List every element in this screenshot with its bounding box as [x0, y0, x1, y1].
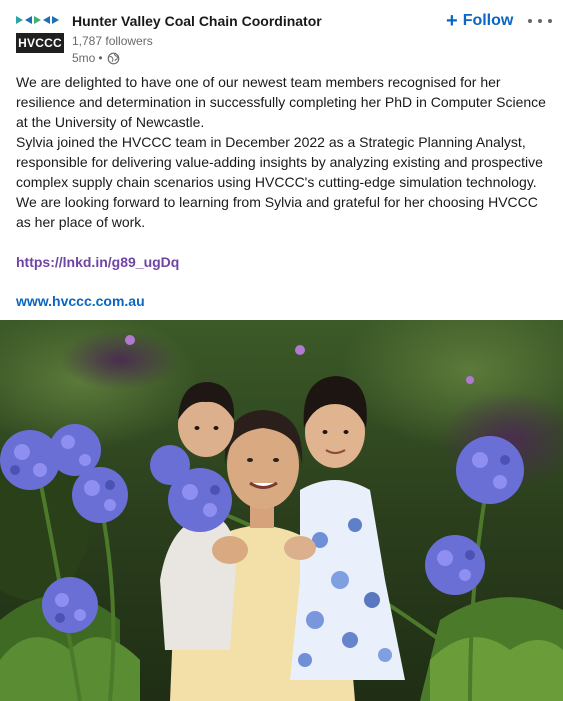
post-paragraph: Sylvia joined the HVCCC team in December… [16, 134, 543, 190]
more-dot [528, 19, 532, 23]
company-name[interactable]: Hunter Valley Coal Chain Coordinator [72, 13, 322, 29]
post-paragraph: We are looking forward to learning from … [16, 194, 538, 230]
meta-separator: • [98, 51, 103, 65]
more-dot [538, 19, 542, 23]
plus-icon: + [446, 10, 458, 32]
post-paragraph: We are delighted to have one of our newe… [16, 74, 546, 130]
company-logo[interactable]: HVCCC [16, 14, 64, 54]
linkedin-post: HVCCC Hunter Valley Coal Chain Coordinat… [0, 0, 563, 701]
post-image[interactable] [0, 320, 563, 701]
logo-arrows-icon [16, 16, 59, 24]
globe-icon [107, 52, 119, 64]
more-options-icon[interactable] [528, 13, 552, 29]
more-dot [548, 19, 552, 23]
post-age: 5mo [72, 51, 96, 65]
post-link-lnkd[interactable]: https://lnkd.in/g89_ugDq [16, 254, 179, 270]
follower-count: 1,787 followers [72, 34, 153, 48]
post-link-website[interactable]: www.hvccc.com.au [16, 293, 145, 309]
post-text: We are delighted to have one of our newe… [16, 72, 551, 232]
follow-button[interactable]: + Follow [446, 10, 513, 32]
post-header: HVCCC Hunter Valley Coal Chain Coordinat… [0, 0, 563, 68]
post-meta: 5mo • [72, 51, 120, 65]
post-photo-illustration [0, 320, 563, 701]
follow-label: Follow [462, 12, 514, 29]
logo-text: HVCCC [16, 33, 64, 53]
